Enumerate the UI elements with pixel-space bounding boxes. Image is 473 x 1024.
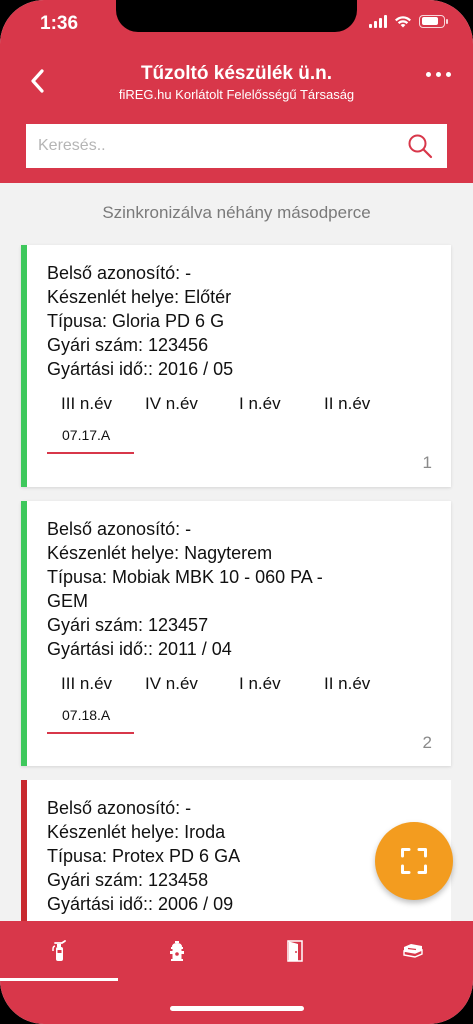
more-horizontal-icon[interactable] [426, 72, 451, 77]
sync-status: Szinkronizálva néhány másodperce [102, 203, 371, 222]
code-underline [47, 732, 134, 734]
scan-icon [401, 848, 427, 874]
extinguisher-card[interactable]: Belső azonosító: - Készenlét helye: Előt… [21, 245, 451, 487]
app-header: 1:36 Tűzoltó készülék ü.n. fiREG.hu Korl… [0, 0, 473, 183]
scan-button[interactable] [375, 822, 453, 900]
active-tab-indicator [0, 978, 118, 981]
location: Készenlét helye: Előtér [47, 287, 232, 307]
quarter-label: II n.év [324, 394, 371, 413]
quarter-label: III n.év [61, 674, 113, 693]
manufacture-date: Gyártási idő:: 2006 / 09 [47, 894, 234, 914]
card-number: 2 [422, 733, 432, 752]
quarter-label: IV n.év [145, 394, 198, 413]
inspection-code: 07.17.A [62, 427, 111, 443]
extinguisher-card[interactable]: Belső azonosító: - Készenlét helye: Nagy… [21, 501, 451, 766]
quarter-labels: III n.év IV n.év I n.év II n.év [47, 394, 451, 414]
quarter-label: I n.év [239, 394, 281, 413]
status-time: 1:36 [40, 13, 79, 34]
tab-hydrants[interactable] [118, 921, 236, 981]
home-indicator [170, 1006, 304, 1011]
page-subtitle: fiREG.hu Korlátolt Felelősségű Társaság [118, 87, 355, 102]
header-titles: Tűzoltó készülék ü.n. fiREG.hu Korlátolt… [70, 63, 403, 104]
quarter-label: III n.év [61, 394, 113, 413]
status-icons [369, 14, 448, 28]
wifi-icon [395, 15, 411, 27]
serial-number: Gyári szám: 123456 [47, 335, 209, 355]
quarter-label: II n.év [324, 674, 371, 693]
cellular-signal-icon [369, 14, 387, 28]
app-screen: 1:36 Tűzoltó készülék ü.n. fiREG.hu Korl… [0, 0, 473, 1024]
battery-icon [419, 14, 448, 28]
device-notch [116, 0, 357, 32]
fire-extinguisher-icon [52, 940, 66, 961]
internal-id: Belső azonosító: - [47, 263, 192, 283]
inspection-code: 07.18.A [62, 707, 111, 723]
type: Típusa: Gloria PD 6 G [47, 311, 225, 331]
quarter-labels: III n.év IV n.év I n.év II n.év [47, 674, 451, 694]
location: Készenlét helye: Nagyterem [47, 543, 273, 563]
manufacture-date: Gyártási idő:: 2011 / 04 [47, 639, 232, 659]
fire-door-icon [287, 940, 303, 962]
quarter-label: IV n.év [145, 674, 198, 693]
tab-doors[interactable] [236, 921, 354, 981]
battery-level [421, 17, 439, 25]
internal-id: Belső azonosító: - [47, 519, 192, 539]
card-number: 1 [422, 453, 432, 472]
tab-extinguishers[interactable] [0, 921, 118, 981]
type-continued: GEM [47, 591, 89, 611]
chevron-left-icon[interactable] [26, 66, 50, 96]
serial-number: Gyári szám: 123457 [47, 615, 209, 635]
tab-blankets[interactable] [354, 921, 472, 981]
bottom-tab-bar [0, 921, 473, 1024]
quarter-label: I n.év [239, 674, 281, 693]
page-title: Tűzoltó készülék ü.n. [140, 63, 333, 84]
search-input[interactable] [38, 137, 407, 155]
code-underline [47, 452, 134, 454]
internal-id: Belső azonosító: - [47, 798, 192, 818]
fire-hydrant-icon [170, 941, 184, 961]
fire-blanket-icon [403, 944, 423, 958]
manufacture-date: Gyártási idő:: 2016 / 05 [47, 359, 234, 379]
search-icon[interactable] [407, 133, 433, 159]
type: Típusa: Mobiak MBK 10 - 060 PA - [47, 567, 323, 587]
search-bar [26, 124, 447, 168]
